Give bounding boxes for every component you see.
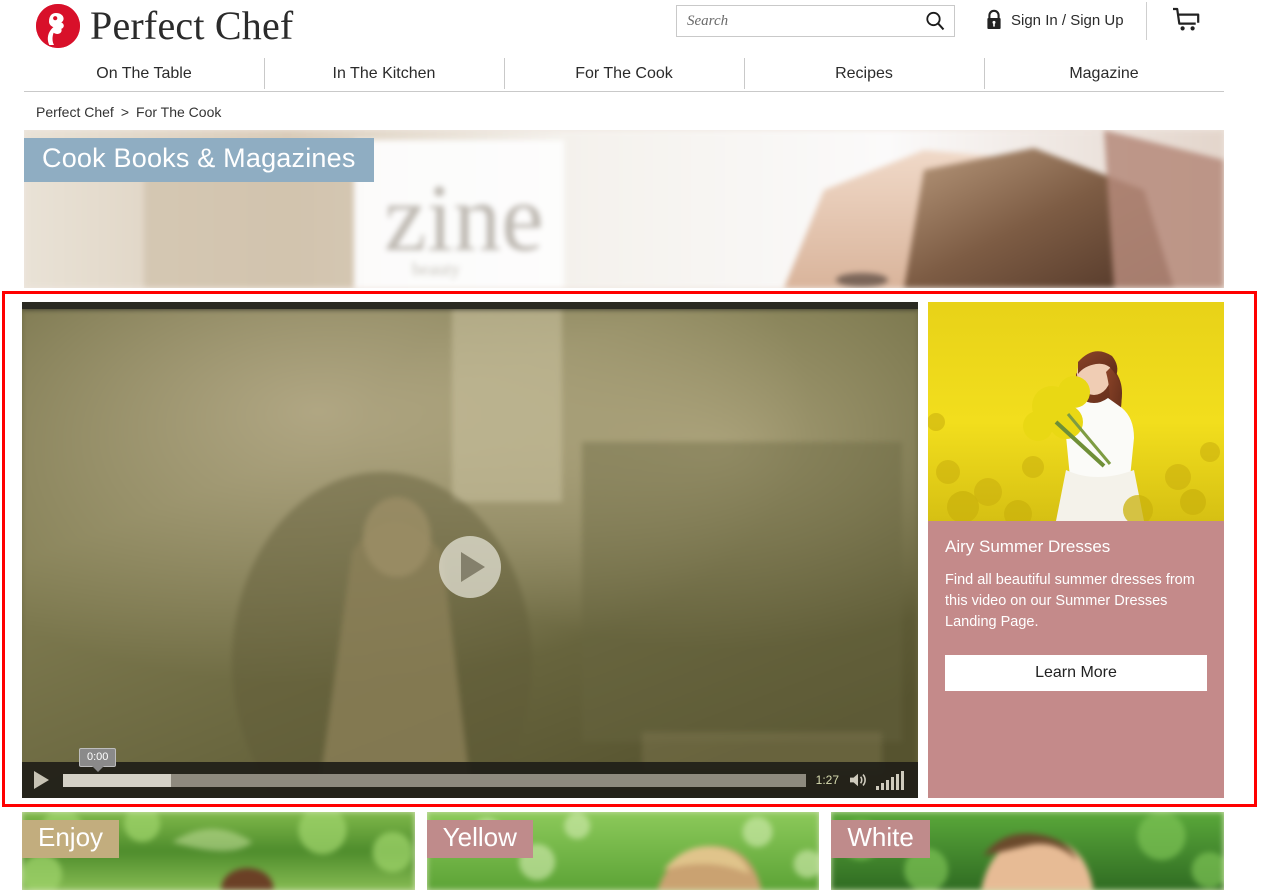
nav-item-label: Magazine — [1069, 64, 1139, 82]
cart-button[interactable] — [1170, 6, 1204, 41]
video-progress-bar[interactable]: 0:00 — [63, 747, 806, 787]
nav-item-magazine[interactable]: Magazine — [984, 56, 1224, 91]
promo-card-description: Find all beautiful summer dresses from t… — [945, 572, 1195, 631]
nav-item-on-the-table[interactable]: On The Table — [24, 56, 264, 91]
page-root: Perfect Chef Sign In / Sign Up — [0, 0, 1263, 890]
video-control-bar: 0:00 1:27 — [22, 747, 918, 798]
video-duration-label: 1:27 — [815, 773, 839, 787]
search-icon — [926, 11, 945, 31]
bottom-card-row: Enjoy Yellow White — [22, 812, 1225, 890]
nav-item-label: In The Kitchen — [332, 64, 436, 82]
site-header: Perfect Chef Sign In / Sign Up — [0, 0, 1263, 56]
breadcrumb: Perfect Chef > For The Cook — [36, 104, 221, 120]
play-button[interactable] — [34, 771, 49, 789]
main-navigation: On The Table In The Kitchen For The Cook… — [24, 56, 1224, 92]
svg-text:beauty: beauty — [412, 259, 460, 279]
play-icon — [461, 552, 485, 582]
hero-banner: zine beauty Cook Books & Magazines — [24, 130, 1224, 288]
promo-card-title: Airy Summer Dresses — [945, 537, 1111, 556]
card-label: Enjoy — [22, 820, 120, 858]
card-white[interactable]: White — [831, 812, 1225, 890]
search-button[interactable] — [916, 6, 954, 36]
card-label: Yellow — [426, 820, 533, 858]
svg-text:zine: zine — [384, 164, 544, 271]
video-player[interactable]: 0:00 1:27 — [22, 302, 918, 798]
breadcrumb-current: For The Cook — [136, 104, 222, 120]
nav-item-recipes[interactable]: Recipes — [744, 56, 984, 91]
card-enjoy[interactable]: Enjoy — [22, 812, 415, 890]
card-yellow[interactable]: Yellow — [426, 812, 820, 890]
sign-in-link[interactable]: Sign In / Sign Up — [985, 9, 1124, 31]
nav-item-in-the-kitchen[interactable]: In The Kitchen — [264, 56, 504, 91]
shopping-cart-icon — [1173, 7, 1200, 31]
video-top-bar — [22, 302, 918, 309]
video-progress-buffer — [63, 773, 171, 787]
video-current-time-tooltip: 0:00 — [79, 747, 117, 772]
nav-item-label: Recipes — [835, 64, 893, 82]
breadcrumb-home[interactable]: Perfect Chef — [36, 104, 114, 120]
video-play-overlay-button[interactable] — [439, 536, 501, 598]
promo-card: Airy Summer Dresses Find all beautiful s… — [928, 302, 1224, 798]
nav-item-for-the-cook[interactable]: For The Cook — [504, 56, 744, 91]
search-box[interactable] — [676, 5, 955, 37]
lock-icon — [987, 9, 1001, 29]
mute-button[interactable] — [848, 771, 868, 789]
breadcrumb-separator: > — [120, 104, 130, 120]
site-logo[interactable]: Perfect Chef — [36, 4, 293, 48]
card-label: White — [831, 820, 930, 858]
search-input[interactable] — [677, 6, 916, 36]
learn-more-button[interactable]: Learn More — [945, 655, 1207, 692]
speaker-icon — [850, 773, 866, 787]
promo-card-body: Airy Summer Dresses Find all beautiful s… — [928, 521, 1224, 692]
promo-card-image — [928, 302, 1224, 521]
header-divider — [1146, 2, 1147, 40]
hero-banner-label: Cook Books & Magazines — [24, 138, 374, 182]
volume-slider[interactable] — [876, 770, 904, 790]
sign-in-label: Sign In / Sign Up — [1011, 11, 1124, 29]
chef-logo-icon — [36, 4, 80, 48]
nav-item-label: For The Cook — [575, 64, 673, 82]
nav-item-label: On The Table — [96, 64, 192, 82]
site-logo-text: Perfect Chef — [90, 3, 294, 48]
